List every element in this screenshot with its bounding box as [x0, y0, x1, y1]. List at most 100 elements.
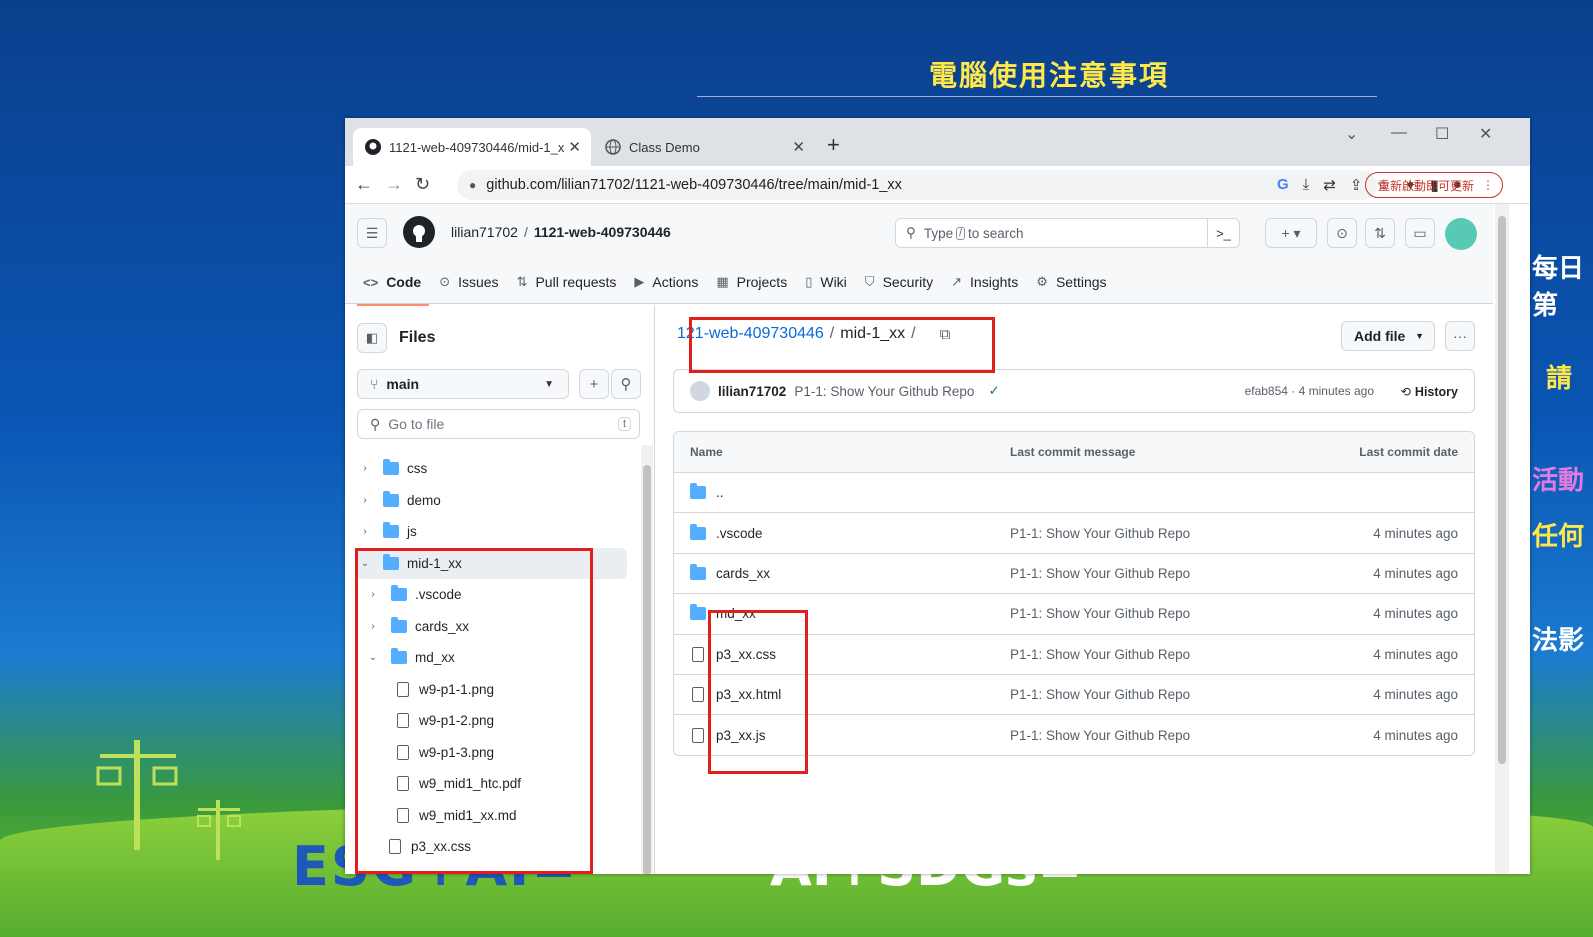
minimize-icon[interactable]: —	[1391, 124, 1407, 142]
commit-hash-time[interactable]: efab854 · 4 minutes ago	[1245, 384, 1374, 398]
owner-link[interactable]: lilian71702	[451, 224, 518, 240]
annotation-box-tree	[355, 548, 593, 874]
annotation-box-path	[689, 317, 995, 373]
power-tower-icon	[197, 800, 241, 860]
go-to-file-input[interactable]: ⚲ Go to file t	[357, 409, 640, 439]
tab-class-demo[interactable]: Class Demo ✕	[593, 128, 815, 166]
slide-side-text: 每日第	[1532, 253, 1585, 320]
file-icon	[692, 727, 704, 743]
commit-message[interactable]: P1-1: Show Your Github Repo	[794, 384, 974, 399]
translate-icon[interactable]: ⇄	[1323, 176, 1336, 194]
table-header: Name Last commit message Last commit dat…	[674, 432, 1474, 472]
commit-date: 4 minutes ago	[1373, 687, 1458, 703]
slide-side-text: 活動	[1532, 465, 1585, 495]
reload-icon[interactable]: ↻	[415, 174, 430, 195]
folder-icon	[383, 522, 399, 539]
file-name-link[interactable]: .vscode	[716, 526, 763, 541]
scrollbar-thumb[interactable]	[1498, 216, 1506, 764]
repo-nav: <> Code ⊙ Issues ⇅ Pull requests ▶ Actions ▦…	[357, 266, 1119, 306]
pull-requests-icon[interactable]: ⇅	[1365, 218, 1395, 248]
create-new-button[interactable]: + ▾	[1265, 218, 1317, 248]
branch-selector[interactable]: ⑂ main ▼	[357, 369, 569, 399]
tab-search-icon[interactable]: ⌄	[1345, 124, 1358, 144]
maximize-icon[interactable]: ☐	[1435, 124, 1449, 144]
tab-wiki[interactable]: ▯ Wiki	[799, 266, 859, 298]
tab-issues[interactable]: ⊙ Issues	[433, 266, 510, 298]
pull-request-icon: ⇅	[516, 274, 528, 289]
folder-icon	[690, 563, 706, 580]
book-icon: ▯	[805, 274, 813, 289]
tab-label: Pull requests	[535, 274, 617, 290]
collapse-panel-icon[interactable]: ◧	[357, 323, 387, 353]
back-icon[interactable]: ←	[355, 174, 373, 195]
add-file-label: Add file	[1354, 328, 1406, 344]
search-input[interactable]: ⚲ Type / to search >_	[895, 218, 1240, 248]
close-window-icon[interactable]: ✕	[1479, 124, 1492, 144]
folder-icon	[690, 523, 706, 540]
tab-pull-requests[interactable]: ⇅ Pull requests	[511, 266, 629, 298]
repo-link[interactable]: 1121-web-409730446	[534, 224, 671, 240]
slide-side-text: 法影	[1532, 625, 1585, 655]
commit-author[interactable]: lilian71702	[718, 384, 786, 399]
history-button[interactable]: ⟲ History	[1400, 384, 1458, 399]
commit-message-link[interactable]: P1-1: Show Your Github Repo	[1010, 606, 1190, 621]
avatar[interactable]	[690, 381, 710, 401]
google-icon[interactable]: G	[1277, 176, 1289, 194]
tree-folder-demo[interactable]: › demo	[357, 485, 627, 517]
commit-message-link[interactable]: P1-1: Show Your Github Repo	[1010, 526, 1190, 541]
tab-insights[interactable]: ↗ Insights	[945, 266, 1030, 298]
install-icon[interactable]: ⤓	[1303, 176, 1310, 194]
site-info-icon[interactable]: ●	[469, 178, 476, 192]
commit-message-link[interactable]: P1-1: Show Your Github Repo	[1010, 566, 1190, 581]
tree-label: js	[407, 524, 417, 540]
issues-icon[interactable]: ⊙	[1327, 218, 1357, 248]
commit-date: 4 minutes ago	[1373, 646, 1458, 662]
graph-icon: ↗	[951, 274, 963, 289]
github-logo-icon[interactable]	[403, 216, 435, 248]
sidebar-scrollbar[interactable]	[641, 445, 653, 874]
search-icon[interactable]: ⚲	[611, 369, 641, 399]
new-tab-icon[interactable]: +	[827, 132, 840, 158]
inbox-icon[interactable]: ▭	[1405, 218, 1435, 248]
tab-label: Security	[882, 274, 934, 290]
table-row-parent[interactable]: ..	[674, 472, 1474, 512]
commit-message-link[interactable]: P1-1: Show Your Github Repo	[1010, 728, 1190, 743]
tree-folder-js[interactable]: › js	[357, 516, 627, 548]
files-title: Files	[399, 329, 436, 346]
commit-message-link[interactable]: P1-1: Show Your Github Repo	[1010, 687, 1190, 702]
address-bar: ← → ↻ ● github.com/lilian71702/1121-web-…	[345, 166, 1530, 204]
share-icon[interactable]: ⇪	[1350, 176, 1363, 194]
url-field[interactable]: ● github.com/lilian71702/1121-web-409730…	[457, 170, 1377, 200]
close-tab-icon[interactable]: ✕	[792, 138, 805, 156]
add-file-button[interactable]: Add file ▼	[1341, 321, 1435, 351]
folder-icon	[690, 483, 706, 500]
slide-side-text: 任何	[1532, 521, 1585, 551]
tree-folder-css[interactable]: › css	[357, 453, 627, 485]
page-scrollbar[interactable]	[1495, 204, 1509, 874]
tab-security[interactable]: ⛉ Security	[859, 266, 945, 298]
update-button[interactable]: 重新啟動即可更新 ⋮	[1365, 172, 1503, 198]
close-tab-icon[interactable]: ✕	[568, 138, 581, 156]
tab-projects[interactable]: ▦ Projects	[710, 266, 799, 298]
avatar[interactable]	[1445, 218, 1477, 250]
tab-title: Class Demo	[629, 139, 700, 155]
check-icon[interactable]: ✓	[988, 383, 999, 399]
parent-dir-link[interactable]: ..	[716, 485, 724, 500]
add-file-icon[interactable]: +	[579, 369, 609, 399]
more-options-icon[interactable]: ···	[1445, 321, 1475, 351]
tab-label: Issues	[458, 274, 499, 290]
tab-settings[interactable]: ⚙ Settings	[1030, 266, 1118, 298]
forward-icon[interactable]: →	[385, 174, 403, 195]
code-icon: <>	[363, 274, 379, 290]
tab-github[interactable]: 1121-web-409730446/mid-1_x ✕	[353, 128, 591, 166]
commit-message-link[interactable]: P1-1: Show Your Github Repo	[1010, 647, 1190, 662]
scrollbar-thumb[interactable]	[643, 465, 651, 874]
file-name-link[interactable]: cards_xx	[716, 566, 770, 581]
menu-icon[interactable]: ☰	[357, 218, 387, 248]
branch-icon: ⑂	[370, 376, 379, 392]
update-label: 重新啟動即可更新	[1378, 178, 1475, 193]
tab-actions[interactable]: ▶ Actions	[628, 266, 710, 298]
github-header: ☰ lilian71702/1121-web-409730446 ⚲ Type …	[345, 204, 1493, 306]
command-palette-icon[interactable]: >_	[1207, 219, 1239, 247]
tab-code[interactable]: <> Code	[357, 266, 433, 306]
